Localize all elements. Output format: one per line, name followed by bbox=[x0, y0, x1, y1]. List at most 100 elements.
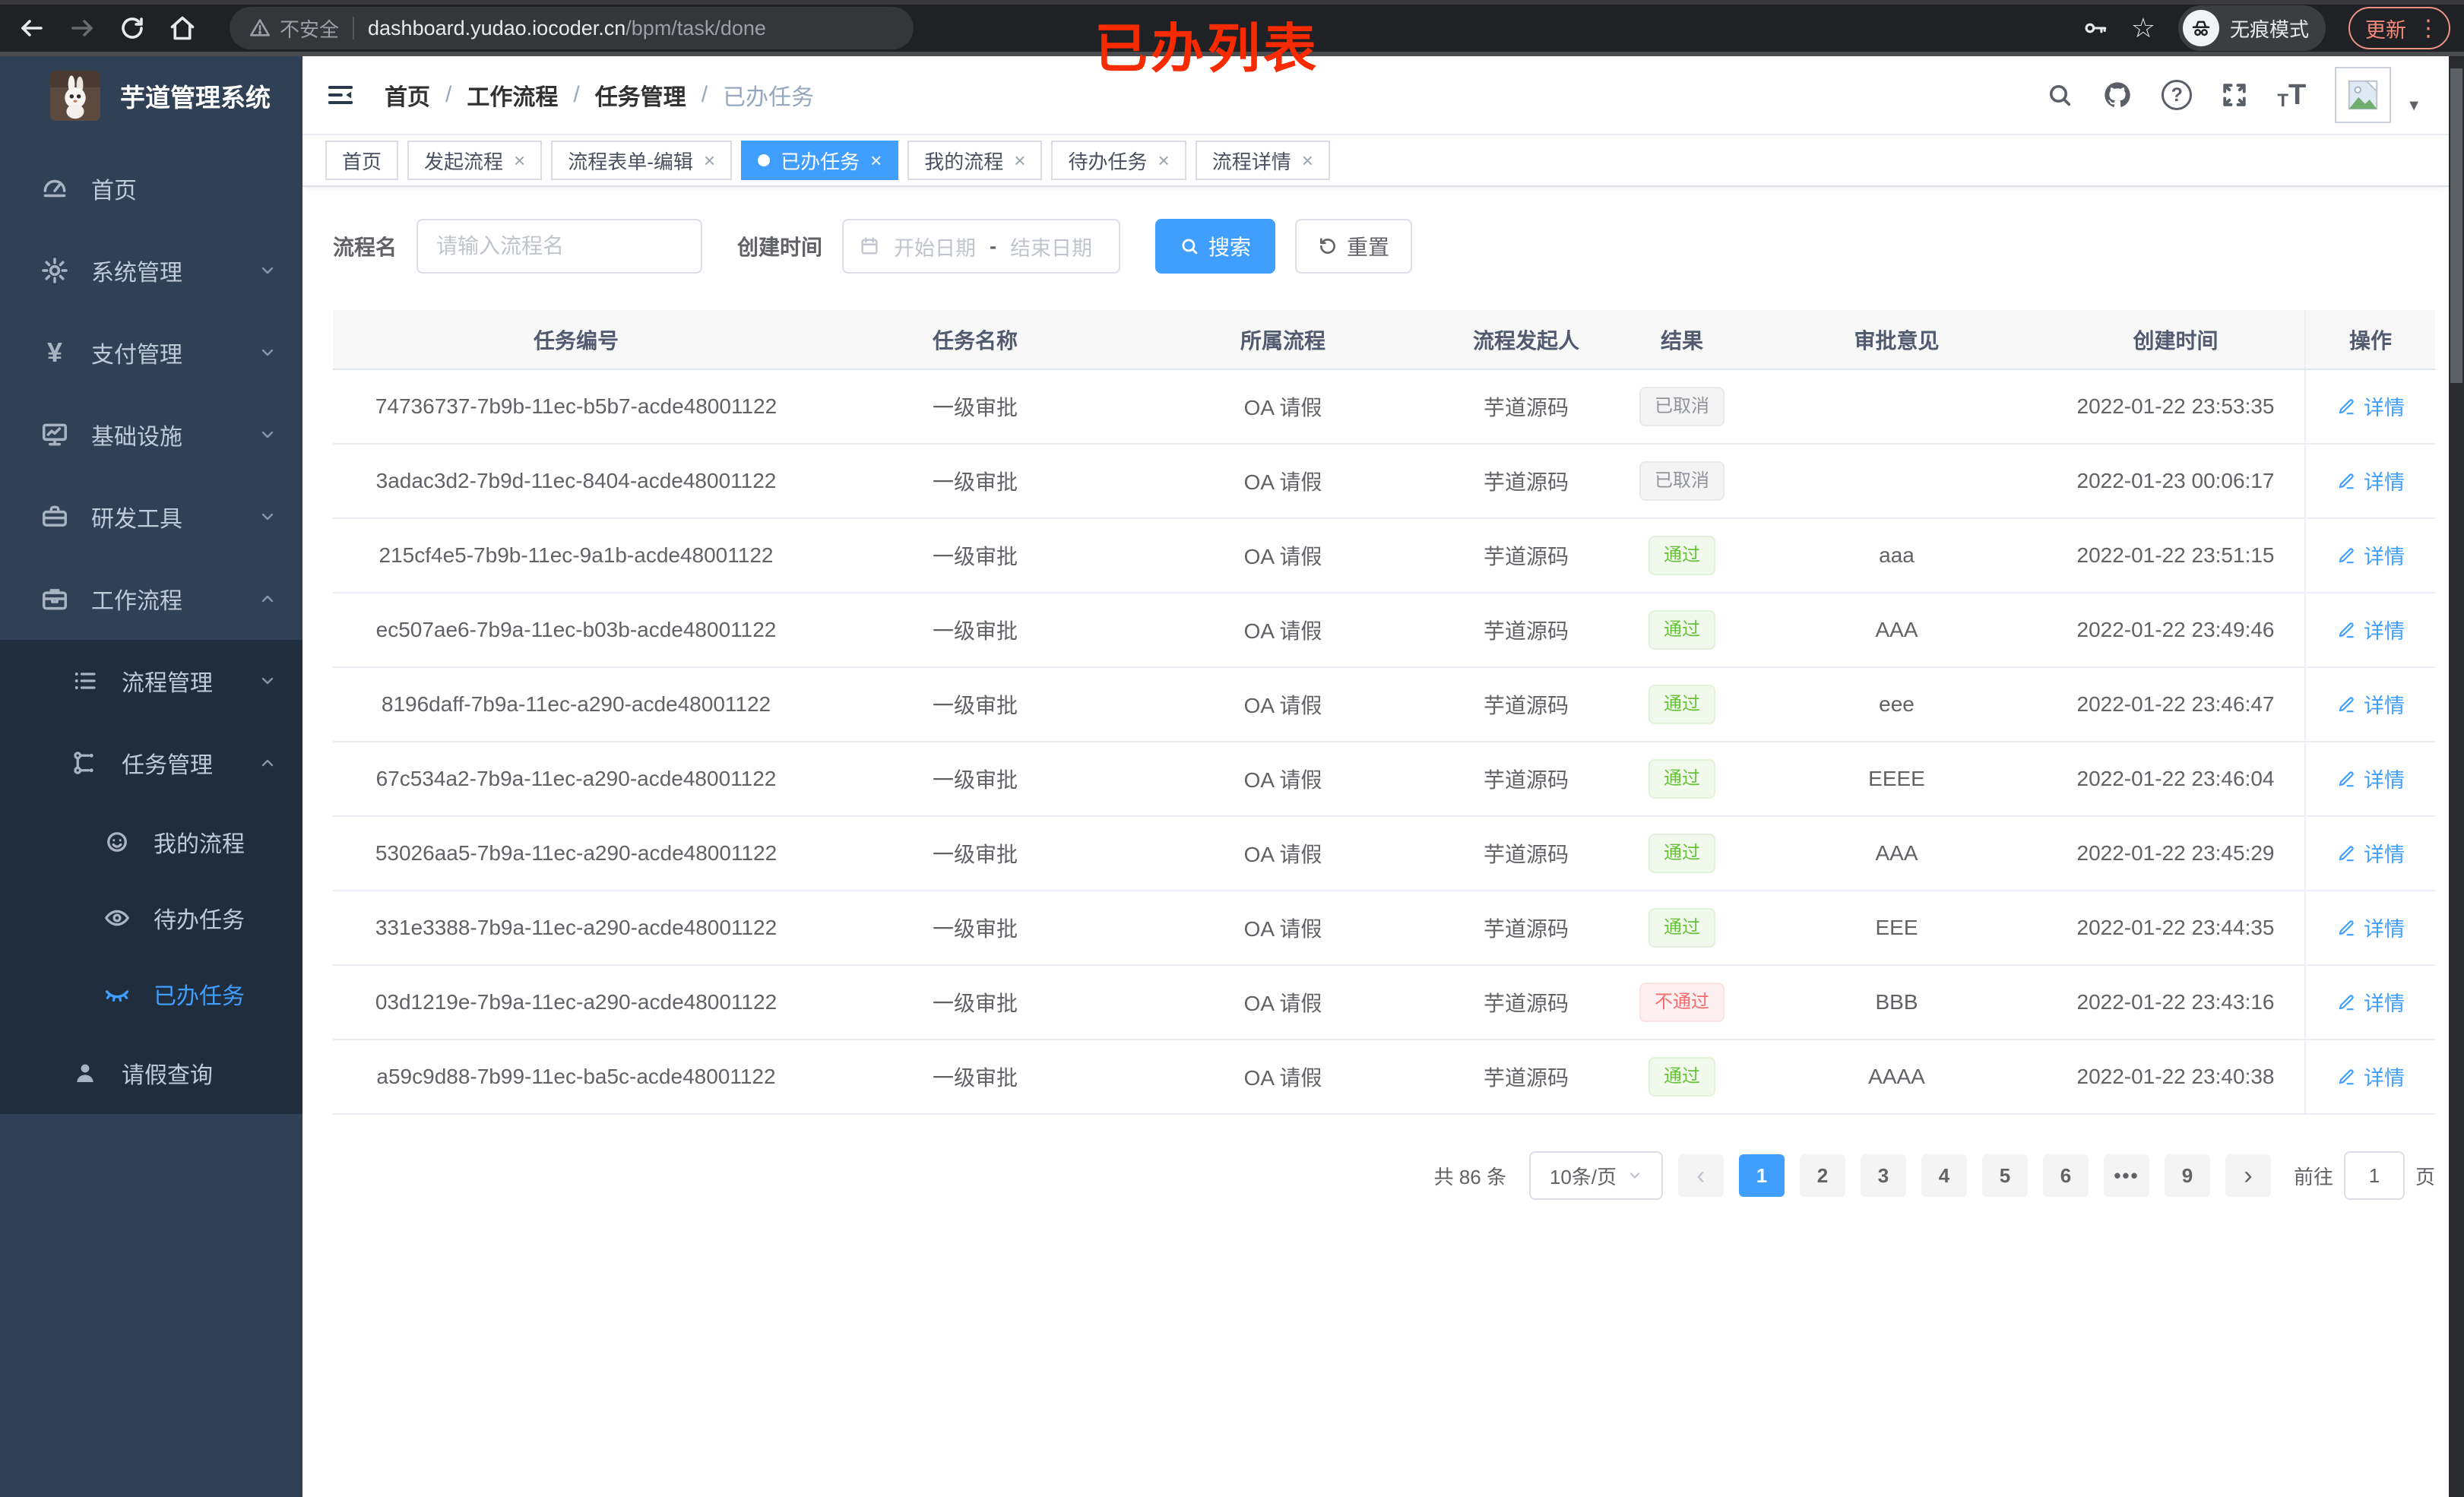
forward-icon[interactable] bbox=[68, 14, 96, 42]
sidebar-item-my-process[interactable]: 我的流程 bbox=[0, 804, 302, 880]
reset-button[interactable]: 重置 bbox=[1295, 219, 1413, 274]
table-row: a59c9d88-7b99-11ec-ba5c-acde48001122 一级审批… bbox=[333, 1040, 2435, 1115]
sidebar-item-dev[interactable]: 研发工具 bbox=[0, 476, 302, 558]
close-tab-icon[interactable]: × bbox=[514, 150, 525, 170]
page-button-6[interactable]: 6 bbox=[2042, 1154, 2089, 1197]
pagination: 共 86 条 10条/页 ‹ 123456 ••• 9 › 前往 页 bbox=[333, 1151, 2435, 1200]
page-button-4[interactable]: 4 bbox=[1921, 1154, 1967, 1197]
font-size-icon[interactable]: TT bbox=[2277, 79, 2306, 112]
breadcrumb-home[interactable]: 首页 bbox=[385, 78, 430, 112]
tab-发起流程[interactable]: 发起流程 × bbox=[407, 141, 543, 180]
created-time-cell: 2022-01-22 23:46:47 bbox=[2047, 667, 2305, 742]
sidebar-item-infra[interactable]: 基础设施 bbox=[0, 394, 302, 476]
detail-link[interactable]: 详情 bbox=[2336, 689, 2405, 719]
close-tab-icon[interactable]: × bbox=[870, 150, 882, 170]
sidebar-item-pay[interactable]: ¥ 支付管理 bbox=[0, 312, 302, 394]
process-cell: OA 请假 bbox=[1131, 891, 1435, 966]
back-icon[interactable] bbox=[18, 14, 46, 42]
close-tab-icon[interactable]: × bbox=[1302, 150, 1313, 170]
breadcrumb-workflow[interactable]: 工作流程 bbox=[467, 78, 558, 112]
page-size-select[interactable]: 10条/页 bbox=[1528, 1151, 1663, 1200]
page-button-3[interactable]: 3 bbox=[1860, 1154, 1906, 1197]
bookmark-star-icon[interactable]: ☆ bbox=[2131, 12, 2155, 44]
detail-link[interactable]: 详情 bbox=[2336, 391, 2405, 421]
sidebar-collapse-icon[interactable] bbox=[325, 80, 356, 110]
sidebar-item-process-mgmt[interactable]: 流程管理 bbox=[0, 640, 302, 722]
avatar-caret-icon[interactable]: ▼ bbox=[2406, 97, 2421, 115]
address-bar[interactable]: 不安全 dashboard.yudao.iocoder.cn/bpm/task/… bbox=[230, 7, 914, 49]
create-time-label: 创建时间 bbox=[737, 236, 823, 259]
password-key-icon[interactable] bbox=[2082, 15, 2108, 41]
github-icon[interactable] bbox=[2102, 80, 2133, 110]
page-button-1[interactable]: 1 bbox=[1738, 1154, 1785, 1197]
url-divider bbox=[353, 17, 355, 40]
sidebar: 芋道管理系统 首页 系统管理 ¥ 支付管理 基础设施 研发工具 工作流程 流程管… bbox=[0, 56, 302, 1497]
date-range-picker[interactable]: 开始日期 - 结束日期 bbox=[842, 219, 1121, 274]
start-date-placeholder[interactable]: 开始日期 bbox=[894, 232, 976, 261]
detail-link[interactable]: 详情 bbox=[2336, 466, 2405, 495]
sidebar-item-home[interactable]: 首页 bbox=[0, 147, 302, 229]
sidebar-menu: 首页 系统管理 ¥ 支付管理 基础设施 研发工具 工作流程 流程管理 任务管理 … bbox=[0, 135, 302, 1114]
page-header: 首页 / 工作流程 / 任务管理 / 已办任务 ? TT ▼ bbox=[302, 56, 2449, 134]
tab-首页[interactable]: 首页 bbox=[325, 141, 399, 180]
detail-link[interactable]: 详情 bbox=[2336, 540, 2405, 570]
close-tab-icon[interactable]: × bbox=[704, 150, 715, 170]
opinion-cell bbox=[1747, 444, 2047, 519]
scrollbar-thumb[interactable] bbox=[2450, 68, 2462, 383]
search-button[interactable]: 搜索 bbox=[1155, 219, 1276, 274]
home-icon[interactable] bbox=[169, 14, 196, 42]
eye-closed-icon bbox=[100, 980, 134, 1008]
tab-流程表单-编辑[interactable]: 流程表单-编辑 × bbox=[551, 141, 733, 180]
created-time-cell: 2022-01-22 23:43:16 bbox=[2047, 965, 2305, 1040]
table-row: 74736737-7b9b-11ec-b5b7-acde48001122 一级审批… bbox=[333, 369, 2435, 445]
task-name-cell: 一级审批 bbox=[819, 593, 1131, 668]
sidebar-item-system[interactable]: 系统管理 bbox=[0, 229, 302, 312]
page-button-9[interactable]: 9 bbox=[2164, 1154, 2210, 1197]
update-button[interactable]: 更新 ⋮ bbox=[2348, 7, 2450, 49]
result-badge: 已取消 bbox=[1639, 387, 1724, 426]
goto-page-input[interactable] bbox=[2343, 1151, 2405, 1200]
sidebar-item-workflow[interactable]: 工作流程 bbox=[0, 558, 302, 640]
tab-流程详情[interactable]: 流程详情 × bbox=[1195, 141, 1330, 180]
detail-link[interactable]: 详情 bbox=[2336, 913, 2405, 942]
task-id-cell: 331e3388-7b9a-11ec-a290-acde48001122 bbox=[333, 891, 819, 966]
tab-待办任务[interactable]: 待办任务 × bbox=[1051, 141, 1186, 180]
app-logo-row[interactable]: 芋道管理系统 bbox=[0, 56, 302, 135]
detail-link[interactable]: 详情 bbox=[2336, 1062, 2405, 1091]
detail-link[interactable]: 详情 bbox=[2336, 764, 2405, 793]
more-pages-button[interactable]: ••• bbox=[2103, 1154, 2149, 1197]
task-name-cell: 一级审批 bbox=[819, 742, 1131, 817]
close-tab-icon[interactable]: × bbox=[1158, 150, 1170, 170]
sidebar-item-leave-query[interactable]: 请假查询 bbox=[0, 1032, 302, 1114]
end-date-placeholder[interactable]: 结束日期 bbox=[1010, 232, 1092, 261]
next-page-button[interactable]: › bbox=[2225, 1154, 2271, 1197]
reload-icon[interactable] bbox=[119, 14, 146, 42]
sidebar-item-done-task[interactable]: 已办任务 bbox=[0, 956, 302, 1032]
detail-link[interactable]: 详情 bbox=[2336, 615, 2405, 644]
sidebar-item-todo-task[interactable]: 待办任务 bbox=[0, 880, 302, 956]
calendar-icon bbox=[859, 236, 880, 257]
prev-page-button[interactable]: ‹ bbox=[1677, 1154, 1724, 1197]
breadcrumb-task-mgmt[interactable]: 任务管理 bbox=[595, 78, 686, 112]
page-button-2[interactable]: 2 bbox=[1799, 1154, 1845, 1197]
avatar[interactable] bbox=[2335, 67, 2392, 123]
fullscreen-icon[interactable] bbox=[2221, 81, 2248, 109]
tab-已办任务[interactable]: 已办任务 × bbox=[741, 141, 899, 180]
tab-label: 流程表单-编辑 bbox=[568, 150, 693, 173]
page-button-5[interactable]: 5 bbox=[1981, 1154, 2028, 1197]
tab-我的流程[interactable]: 我的流程 × bbox=[907, 141, 1043, 180]
security-label: 不安全 bbox=[280, 17, 340, 41]
face-icon bbox=[100, 828, 134, 856]
sidebar-item-task-mgmt[interactable]: 任务管理 bbox=[0, 722, 302, 804]
action-cell: 详情 bbox=[2304, 593, 2435, 668]
table-row: 331e3388-7b9a-11ec-a290-acde48001122 一级审批… bbox=[333, 891, 2435, 966]
search-icon[interactable] bbox=[2046, 81, 2073, 109]
detail-link[interactable]: 详情 bbox=[2336, 987, 2405, 1017]
created-time-cell: 2022-01-22 23:49:46 bbox=[2047, 593, 2305, 668]
chevron-down-icon bbox=[1627, 1168, 1642, 1183]
process-name-input[interactable] bbox=[416, 219, 703, 274]
detail-link[interactable]: 详情 bbox=[2336, 838, 2405, 868]
close-tab-icon[interactable]: × bbox=[1014, 150, 1025, 170]
browser-menu-icon[interactable]: ⋮ bbox=[2417, 15, 2440, 42]
help-icon[interactable]: ? bbox=[2162, 80, 2193, 110]
